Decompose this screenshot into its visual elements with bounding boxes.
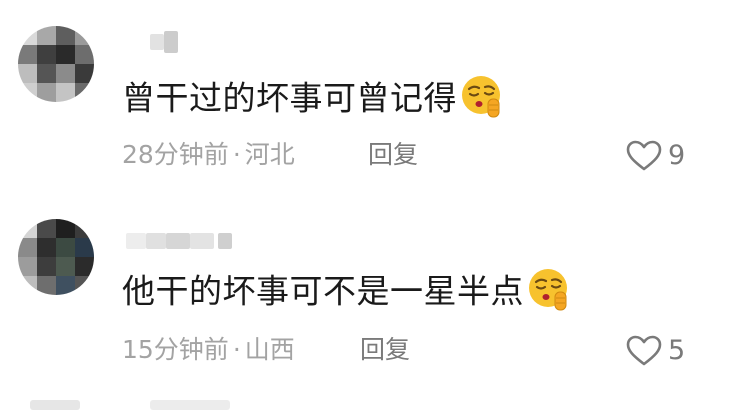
comment-meta: 15分钟前 · 山西 [122,335,295,365]
shushing-face-emoji-icon [462,76,500,118]
next-item-partial [150,400,230,410]
avatar[interactable] [18,26,94,102]
comment-body: 他干的坏事可不是一星半点 [122,271,524,311]
like-button[interactable]: 5 [626,335,685,367]
comment-text: 他干的坏事可不是一星半点 [122,269,574,317]
username-blurred[interactable] [126,233,241,249]
comment-item: 他干的坏事可不是一星半点 15分钟前 · 山西 回复 5 [0,195,742,400]
like-button[interactable]: 9 [626,140,685,172]
avatar[interactable] [18,219,94,295]
heart-icon [626,140,662,171]
like-count: 5 [668,335,686,366]
comment-list: 曾干过的坏事可曾记得 28分钟前 · 河北 回复 9 他干的坏事可不是一星半点 … [0,0,742,410]
comment-body: 曾干过的坏事可曾记得 [122,78,457,118]
heart-icon [626,335,662,366]
meta-separator: · [232,335,241,364]
comment-text: 曾干过的坏事可曾记得 [122,76,507,124]
next-item-partial [30,400,80,410]
comment-item: 曾干过的坏事可曾记得 28分钟前 · 河北 回复 9 [0,0,742,195]
reply-button[interactable]: 回复 [360,335,410,365]
meta-separator: · [232,140,241,169]
comment-location: 山西 [244,335,295,364]
comment-location: 河北 [244,140,295,169]
shushing-face-emoji-icon [529,269,567,311]
comment-time: 28分钟前 [122,140,229,169]
comment-meta: 28分钟前 · 河北 [122,140,295,170]
username-blurred[interactable] [150,31,190,53]
like-count: 9 [668,140,686,171]
comment-time: 15分钟前 [122,335,229,364]
reply-button[interactable]: 回复 [368,140,418,170]
